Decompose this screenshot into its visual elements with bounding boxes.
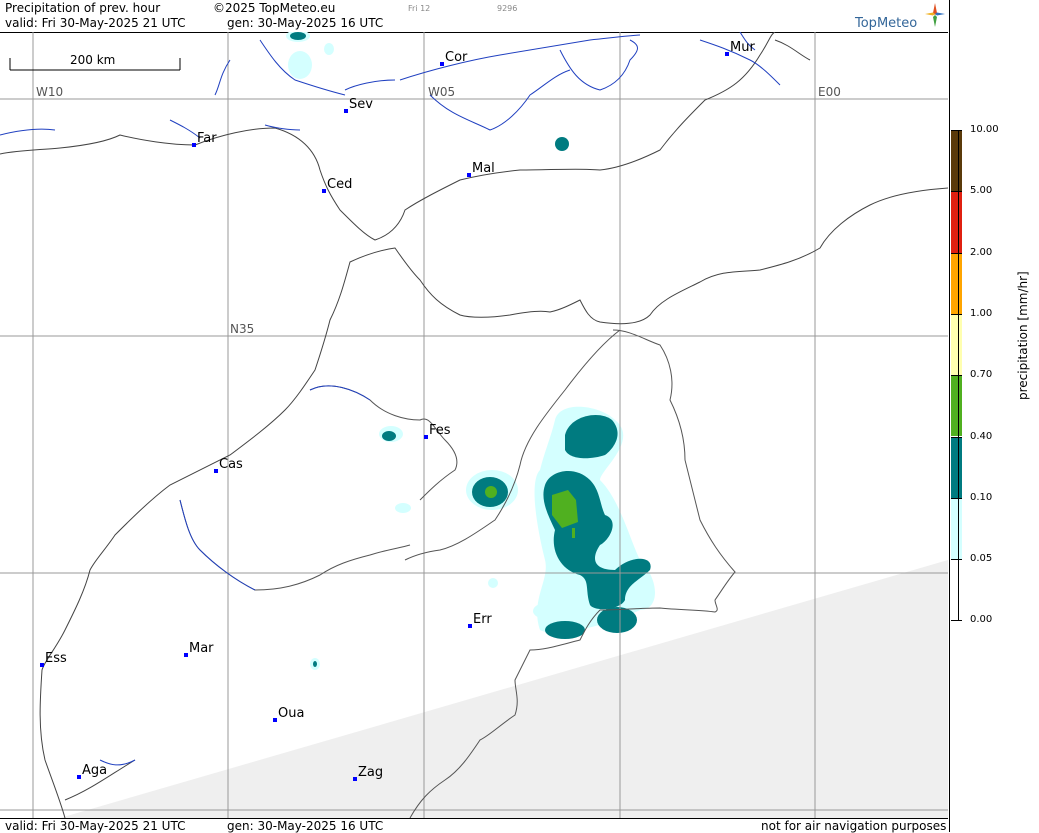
colorbar-label-10.00: 10.00 bbox=[970, 124, 999, 135]
colorbar-tick bbox=[951, 559, 962, 561]
city-marker-zag bbox=[353, 777, 357, 781]
colorbar-label-0.00: 0.00 bbox=[970, 614, 993, 626]
colorbar-tick bbox=[951, 191, 962, 193]
colorbar-label-1.00: 1.00 bbox=[970, 307, 993, 319]
grid-label-n35: N35 bbox=[230, 322, 254, 336]
compass-logo-icon bbox=[925, 3, 945, 27]
city-label-ced: Ced bbox=[327, 177, 352, 192]
city-marker-sev bbox=[344, 109, 348, 113]
colorbar-tick bbox=[951, 130, 962, 131]
colorbar-segment-0.10 bbox=[951, 497, 962, 560]
header: Precipitation of prev. hour ©2025 TopMet… bbox=[0, 0, 948, 33]
city-marker-oua bbox=[273, 718, 277, 722]
city-label-oua: Oua bbox=[278, 706, 304, 721]
city-label-sev: Sev bbox=[349, 97, 373, 112]
colorbar-label-5.00: 5.00 bbox=[970, 185, 993, 197]
colorbar-label-0.10: 0.10 bbox=[970, 491, 993, 503]
colorbar-tick bbox=[951, 252, 962, 254]
colorbar-axis bbox=[958, 130, 959, 621]
colorbar-label-2.00: 2.00 bbox=[970, 246, 993, 258]
colorbar-tick bbox=[951, 620, 962, 622]
colorbar-tick bbox=[951, 313, 962, 315]
city-label-err: Err bbox=[473, 612, 492, 627]
gen-time: gen: 30-May-2025 16 UTC bbox=[227, 16, 384, 30]
city-marker-err bbox=[468, 624, 472, 628]
city-label-fes: Fes bbox=[429, 423, 451, 438]
colorbar-label-0.70: 0.70 bbox=[970, 369, 993, 381]
city-label-mal: Mal bbox=[472, 161, 495, 176]
city-label-ess: Ess bbox=[45, 651, 67, 666]
legend-axis-label: precipitation [mm/hr] bbox=[1016, 271, 1030, 400]
city-label-zag: Zag bbox=[358, 765, 383, 780]
city-marker-far bbox=[192, 143, 196, 147]
colorbar-segment-2.00 bbox=[951, 252, 962, 314]
colorbar-tick bbox=[951, 436, 962, 438]
city-label-mar: Mar bbox=[189, 641, 214, 656]
colorbar-segment-10.00 bbox=[951, 130, 962, 192]
valid-time: valid: Fri 30-May-2025 21 UTC bbox=[5, 16, 186, 30]
colorbar-tick bbox=[951, 497, 962, 499]
footer-note: not for air navigation purposes bbox=[761, 819, 947, 833]
city-label-far: Far bbox=[197, 131, 217, 146]
colorbar-segment-1.00 bbox=[951, 313, 962, 376]
city-marker-mur bbox=[725, 52, 729, 56]
scale-label: 200 km bbox=[70, 53, 115, 67]
city-label-mur: Mur bbox=[730, 40, 755, 55]
footer-valid: valid: Fri 30-May-2025 21 UTC bbox=[5, 819, 186, 833]
footer-gen: gen: 30-May-2025 16 UTC bbox=[227, 819, 384, 833]
map-title: Precipitation of prev. hour bbox=[5, 1, 161, 15]
city-label-cas: Cas bbox=[219, 457, 243, 472]
city-label-cor: Cor bbox=[445, 50, 468, 65]
city-label-aga: Aga bbox=[82, 763, 107, 778]
brand-logo-text: TopMeteo bbox=[855, 16, 918, 31]
city-marker-ess bbox=[40, 663, 44, 667]
colorbar-label-0.40: 0.40 bbox=[970, 430, 993, 442]
colorbar-segment-5.00 bbox=[951, 191, 962, 253]
city-marker-cor bbox=[440, 62, 444, 66]
legend: 10.00 5.00 2.00 1.00 0.70 0.40 0.10 0.05 0.00 pr… bbox=[949, 0, 1039, 832]
city-marker-mar bbox=[184, 653, 188, 657]
footer: valid: Fri 30-May-2025 21 UTC gen: 30-Ma… bbox=[0, 818, 948, 833]
precipitation-map: W10 W05 E00 N35 200 km CorMurSevFarMalCe… bbox=[0, 32, 948, 818]
grid-label-w10: W10 bbox=[36, 85, 63, 99]
colorbar-tick bbox=[951, 375, 962, 377]
colorbar-segment-0.70 bbox=[951, 375, 962, 437]
copyright: ©2025 TopMeteo.eu bbox=[213, 1, 336, 15]
city-marker-fes bbox=[424, 435, 428, 439]
city-marker-aga bbox=[77, 775, 81, 779]
tiny-label-2: 9296 bbox=[497, 4, 518, 13]
precip-teal bbox=[290, 32, 651, 667]
colorbar-label-0.05: 0.05 bbox=[970, 553, 993, 565]
city-marker-cas bbox=[214, 469, 218, 473]
city-marker-ced bbox=[322, 189, 326, 193]
tiny-label-1: Fri 12 bbox=[408, 4, 431, 13]
grid-label-e00: E00 bbox=[818, 85, 841, 99]
city-marker-mal bbox=[467, 173, 471, 177]
colorbar-segment-0.40 bbox=[951, 436, 962, 498]
